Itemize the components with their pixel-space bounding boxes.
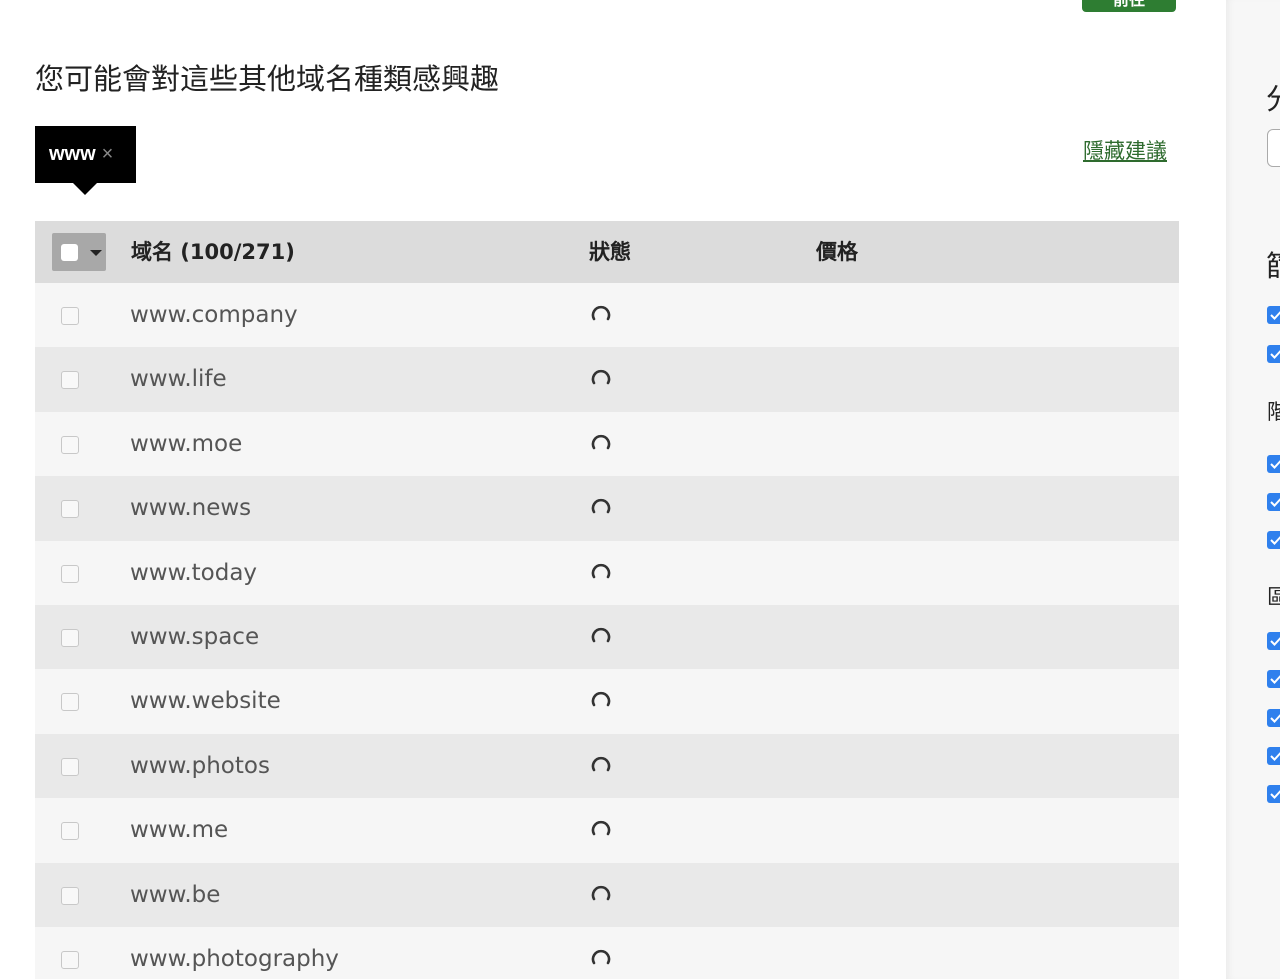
filter-checkbox-checked[interactable] bbox=[1267, 345, 1280, 363]
row-checkbox[interactable] bbox=[61, 628, 79, 647]
chevron-down-icon[interactable] bbox=[90, 250, 102, 256]
loading-spinner-icon bbox=[590, 496, 611, 516]
column-header-status: 狀態 bbox=[589, 240, 631, 264]
row-checkbox[interactable] bbox=[61, 693, 79, 712]
filter-checkbox-checked[interactable] bbox=[1267, 531, 1280, 549]
filter-checkbox-checked[interactable] bbox=[1267, 670, 1280, 688]
table-row[interactable]: www.me bbox=[35, 798, 1179, 863]
sidebar-heading-filter: 篩 bbox=[1266, 243, 1280, 285]
domain-table: 域名 (100/271) 狀態 價格 www.company www.life ww… bbox=[35, 221, 1179, 979]
domain-name: www.me bbox=[130, 817, 229, 844]
domain-name: www.space bbox=[130, 623, 260, 650]
top-action-button[interactable]: 前往 bbox=[1082, 0, 1176, 12]
table-row[interactable]: www.be bbox=[35, 862, 1179, 927]
loading-spinner-icon bbox=[590, 689, 611, 709]
table-row[interactable]: www.today bbox=[35, 540, 1179, 605]
filter-checkbox-checked[interactable] bbox=[1267, 709, 1280, 727]
table-row[interactable]: www.news bbox=[35, 476, 1179, 541]
table-row[interactable]: www.photos bbox=[35, 733, 1179, 799]
filter-checkbox-checked[interactable] bbox=[1267, 785, 1280, 803]
loading-spinner-icon bbox=[590, 561, 611, 581]
filter-checkbox-checked[interactable] bbox=[1267, 632, 1280, 650]
main-content: 前往 您可能會對這些其他域名種類感興趣 www × 隱藏建議 域名 (100/27… bbox=[0, 0, 1226, 979]
table-row[interactable]: www.life bbox=[35, 347, 1179, 412]
row-checkbox[interactable] bbox=[61, 564, 79, 583]
loading-spinner-icon bbox=[590, 367, 611, 387]
row-checkbox[interactable] bbox=[61, 307, 79, 325]
domain-name: www.today bbox=[130, 559, 258, 586]
loading-spinner-icon bbox=[590, 883, 611, 903]
row-checkbox[interactable] bbox=[61, 500, 79, 519]
row-checkbox[interactable] bbox=[61, 950, 79, 969]
filter-sidebar: 分 篩 階 區 bbox=[1226, 0, 1280, 979]
domain-name: www.company bbox=[130, 302, 298, 328]
row-checkbox[interactable] bbox=[61, 435, 79, 454]
filter-checkbox-checked[interactable] bbox=[1267, 493, 1280, 511]
row-checkbox[interactable] bbox=[61, 757, 79, 776]
table-row[interactable]: www.moe bbox=[35, 411, 1179, 477]
loading-spinner-icon bbox=[590, 625, 611, 645]
loading-spinner-icon bbox=[590, 947, 611, 967]
sidebar-heading-sort: 分 bbox=[1266, 76, 1280, 118]
filter-checkbox-checked[interactable] bbox=[1267, 306, 1280, 324]
table-row[interactable]: www.photography bbox=[35, 926, 1179, 979]
table-row[interactable]: www.company bbox=[35, 283, 1179, 348]
filter-chip-label: www bbox=[49, 143, 96, 165]
row-checkbox[interactable] bbox=[61, 822, 79, 841]
table-row[interactable]: www.website bbox=[35, 669, 1179, 734]
close-icon[interactable]: × bbox=[102, 143, 114, 165]
domain-name: www.website bbox=[130, 688, 281, 715]
domain-name: www.photography bbox=[130, 945, 339, 972]
select-all-dropdown[interactable] bbox=[52, 233, 106, 271]
domain-name: www.life bbox=[130, 366, 227, 393]
filter-chip-www[interactable]: www × bbox=[35, 126, 136, 195]
loading-spinner-icon bbox=[590, 818, 611, 838]
loading-spinner-icon bbox=[590, 303, 611, 323]
sort-select[interactable] bbox=[1267, 129, 1280, 167]
page-root: 前往 您可能會對這些其他域名種類感興趣 www × 隱藏建議 域名 (100/27… bbox=[0, 0, 1280, 979]
column-header-price: 價格 bbox=[816, 240, 858, 264]
hide-suggestions-link[interactable]: 隱藏建議 bbox=[1083, 135, 1167, 165]
domain-name: www.news bbox=[130, 495, 252, 522]
select-all-checkbox[interactable] bbox=[61, 244, 78, 261]
loading-spinner-icon bbox=[590, 432, 611, 452]
loading-spinner-icon bbox=[590, 754, 611, 774]
filter-checkbox-checked[interactable] bbox=[1267, 747, 1280, 765]
domain-name: www.photos bbox=[130, 752, 270, 779]
row-checkbox[interactable] bbox=[61, 886, 79, 905]
filter-checkbox-checked[interactable] bbox=[1267, 455, 1280, 473]
filter-group-label-2: 區 bbox=[1267, 585, 1280, 609]
domain-name: www.be bbox=[130, 881, 221, 908]
table-body: www.company www.life www.moe www.news www.to… bbox=[35, 283, 1179, 979]
table-row[interactable]: www.space bbox=[35, 604, 1179, 670]
table-header: 域名 (100/271) 狀態 價格 bbox=[35, 221, 1179, 283]
suggestions-title: 您可能會對這些其他域名種類感興趣 bbox=[35, 62, 500, 96]
row-checkbox[interactable] bbox=[61, 371, 79, 390]
filter-group-label-1: 階 bbox=[1267, 400, 1280, 424]
column-header-domain[interactable]: 域名 (100/271) bbox=[131, 221, 295, 283]
domain-name: www.moe bbox=[130, 430, 243, 457]
